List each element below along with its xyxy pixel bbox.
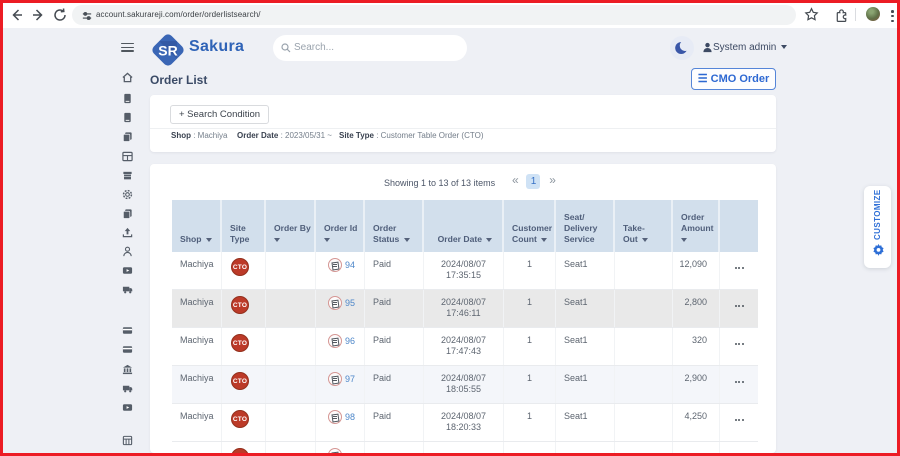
svg-text:SR: SR <box>158 43 177 59</box>
